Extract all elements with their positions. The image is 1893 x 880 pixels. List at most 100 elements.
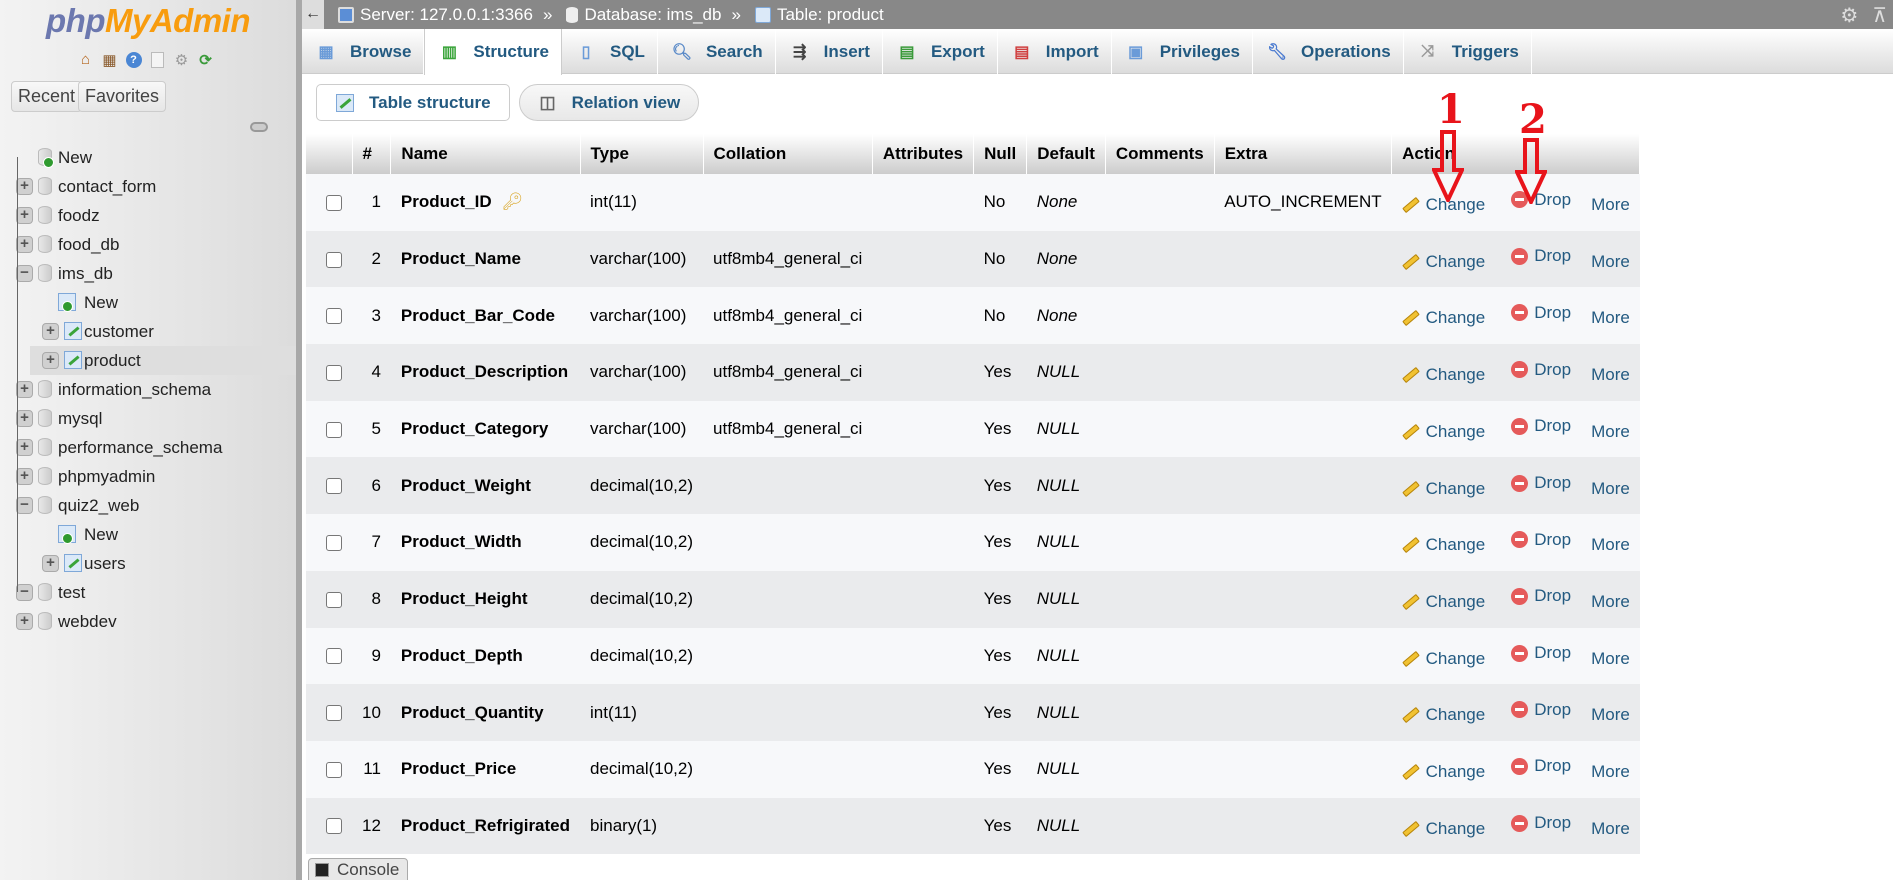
tree-item-webdev[interactable]: + webdev [0,607,296,636]
tree-item-new[interactable]: New [0,288,296,317]
row-checkbox[interactable] [326,478,342,495]
expand-icon[interactable]: + [16,236,33,253]
change-link[interactable]: Change [1401,705,1485,725]
expand-icon[interactable]: + [16,410,33,427]
tab-privileges[interactable]: ▣ Privileges [1112,29,1254,74]
link-with-main-panel-icon[interactable] [250,122,268,132]
tree-item-ims-db[interactable]: − ims_db [0,259,296,288]
drop-link[interactable]: Drop [1511,643,1571,663]
more-dropdown[interactable]: More [1591,365,1630,385]
tree-item-foodz[interactable]: + foodz [0,201,296,230]
breadcrumb-server[interactable]: Server: 127.0.0.1:3366 [338,5,533,25]
expand-icon[interactable]: + [16,613,33,630]
drop-link[interactable]: Drop [1511,246,1571,266]
row-checkbox[interactable] [326,591,342,608]
expand-icon[interactable]: + [16,207,33,224]
home-icon[interactable]: ⌂ [76,50,95,69]
phpmyadmin-logo[interactable]: phpMyAdmin [46,2,250,40]
drop-link[interactable]: Drop [1511,700,1571,720]
change-link[interactable]: Change [1401,479,1485,499]
tab-operations[interactable]: 🔧︎ Operations [1253,29,1404,74]
drop-link[interactable]: Drop [1511,530,1571,550]
expand-icon[interactable]: + [16,178,33,195]
scroll-to-top-icon[interactable]: ⊼ [1872,3,1887,28]
change-link[interactable]: Change [1401,365,1485,385]
more-dropdown[interactable]: More [1591,422,1630,442]
recent-button[interactable]: Recent [11,81,83,112]
drop-link[interactable]: Drop [1511,473,1571,493]
tree-item-information-schema[interactable]: + information_schema [0,375,296,404]
tree-item-mysql[interactable]: + mysql [0,404,296,433]
change-link[interactable]: Change [1401,535,1485,555]
more-dropdown[interactable]: More [1591,649,1630,669]
tree-item-new[interactable]: New [0,143,296,172]
tree-item-users[interactable]: + users [0,549,296,578]
more-dropdown[interactable]: More [1591,535,1630,555]
change-link[interactable]: Change [1401,308,1485,328]
row-checkbox[interactable] [326,421,342,438]
collapse-icon[interactable]: − [16,265,33,282]
expand-icon[interactable]: + [16,381,33,398]
tree-item-test[interactable]: − test [0,578,296,607]
tab-triggers[interactable]: ⤨ Triggers [1404,29,1532,74]
tree-item-food-db[interactable]: + food_db [0,230,296,259]
drop-link[interactable]: Drop [1511,303,1571,323]
drop-link[interactable]: Drop [1511,756,1571,776]
console-toggle[interactable]: Console [308,858,409,880]
expand-icon[interactable]: + [42,323,59,340]
collapse-icon[interactable]: − [16,497,33,514]
expand-icon[interactable]: + [42,352,59,369]
subtab-relation-view[interactable]: ◫ Relation view [518,84,700,121]
tab-browse[interactable]: ▦ Browse [302,29,425,74]
row-checkbox[interactable] [326,364,342,381]
settings-icon[interactable]: ⚙ [172,50,191,69]
collapse-icon[interactable]: − [16,584,33,601]
more-dropdown[interactable]: More [1591,705,1630,725]
change-link[interactable]: Change [1401,422,1485,442]
more-dropdown[interactable]: More [1591,762,1630,782]
expand-icon[interactable]: + [16,468,33,485]
tab-sql[interactable]: ▯ SQL [562,29,658,74]
help-icon[interactable]: ? [124,50,143,69]
row-checkbox[interactable] [326,534,342,551]
tab-export[interactable]: ▤ Export [883,29,998,74]
subtab-table-structure[interactable]: Table structure [316,84,510,121]
tab-insert[interactable]: ⇶ Insert [776,29,883,74]
breadcrumb-database[interactable]: Database: ims_db [566,5,721,25]
drop-link[interactable]: Drop [1511,586,1571,606]
breadcrumb-table[interactable]: Table: product [754,5,884,25]
documentation-icon[interactable] [148,50,167,69]
tree-item-phpmyadmin[interactable]: + phpmyadmin [0,462,296,491]
expand-icon[interactable]: + [16,439,33,456]
panel-resize-handle[interactable] [296,0,302,880]
drop-link[interactable]: Drop [1511,813,1571,833]
expand-icon[interactable]: + [42,555,59,572]
row-checkbox[interactable] [326,194,342,211]
tree-item-contact-form[interactable]: + contact_form [0,172,296,201]
more-dropdown[interactable]: More [1591,592,1630,612]
row-checkbox[interactable] [326,818,342,835]
row-checkbox[interactable] [326,251,342,268]
more-dropdown[interactable]: More [1591,252,1630,272]
tab-import[interactable]: ▤ Import [998,29,1112,74]
row-checkbox[interactable] [326,308,342,325]
tab-search[interactable]: 🔍︎ Search [658,29,776,74]
row-checkbox[interactable] [326,705,342,722]
more-dropdown[interactable]: More [1591,308,1630,328]
drop-link[interactable]: Drop [1511,360,1571,380]
tree-item-new[interactable]: New [0,520,296,549]
more-dropdown[interactable]: More [1591,819,1630,839]
row-checkbox[interactable] [326,648,342,665]
change-link[interactable]: Change [1401,252,1485,272]
logout-icon[interactable]: ▦ [100,50,119,69]
reload-icon[interactable]: ⟳ [196,50,215,69]
change-link[interactable]: Change [1401,819,1485,839]
change-link[interactable]: Change [1401,649,1485,669]
tree-item-product[interactable]: + product [30,346,296,375]
favorites-button[interactable]: Favorites [78,81,167,112]
tree-item-quiz2-web[interactable]: − quiz2_web [0,491,296,520]
more-dropdown[interactable]: More [1591,195,1630,215]
more-dropdown[interactable]: More [1591,479,1630,499]
tree-item-customer[interactable]: + customer [0,317,296,346]
collapse-navigation-button[interactable]: ← [302,0,324,29]
